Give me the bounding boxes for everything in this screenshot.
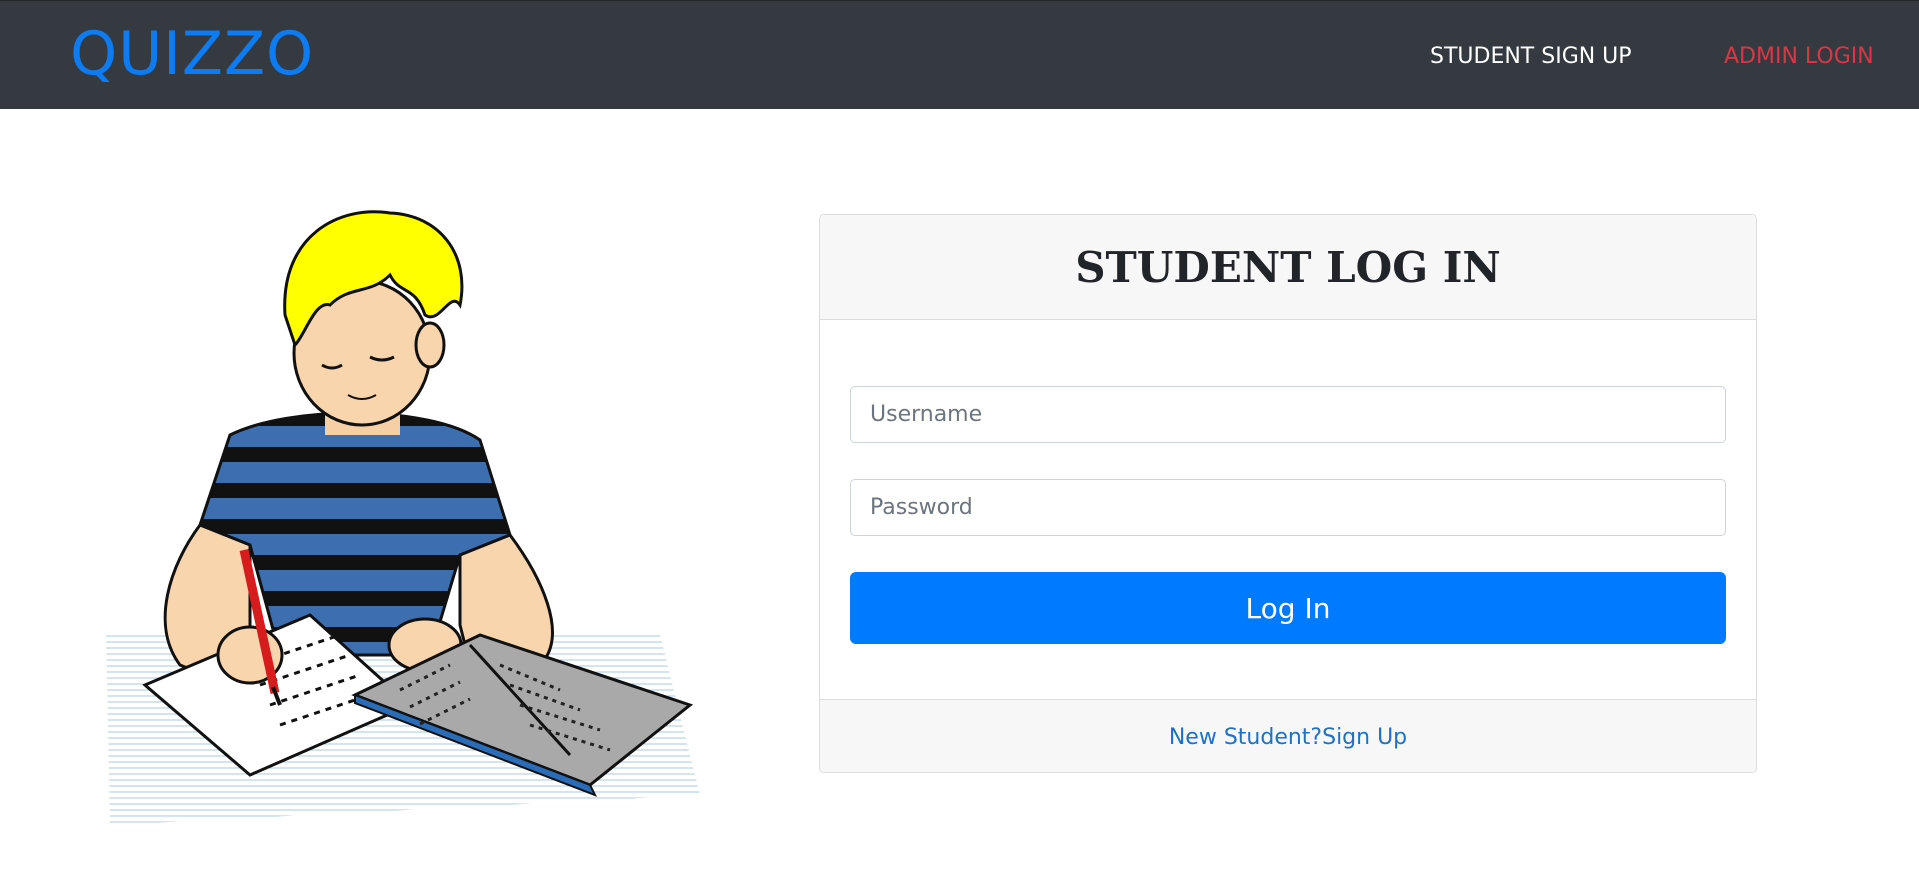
student-studying-illustration xyxy=(106,210,700,825)
new-student-signup-link[interactable]: New Student?Sign Up xyxy=(820,724,1756,752)
brand-logo[interactable]: QUIZZO xyxy=(70,17,314,91)
username-input[interactable] xyxy=(850,386,1726,443)
login-card-header: STUDENT LOG IN xyxy=(820,215,1756,320)
password-input[interactable] xyxy=(850,479,1726,536)
student-login-card: STUDENT LOG IN Log In New Student?Sign U… xyxy=(819,214,1757,773)
nav-admin-login-link[interactable]: ADMIN LOGIN xyxy=(1724,43,1874,71)
login-card-footer: New Student?Sign Up xyxy=(820,699,1756,772)
login-title: STUDENT LOG IN xyxy=(1075,243,1501,292)
top-navbar: QUIZZO STUDENT SIGN UP ADMIN LOGIN xyxy=(0,0,1919,109)
nav-student-signup-link[interactable]: STUDENT SIGN UP xyxy=(1430,43,1632,71)
login-button[interactable]: Log In xyxy=(850,572,1726,644)
